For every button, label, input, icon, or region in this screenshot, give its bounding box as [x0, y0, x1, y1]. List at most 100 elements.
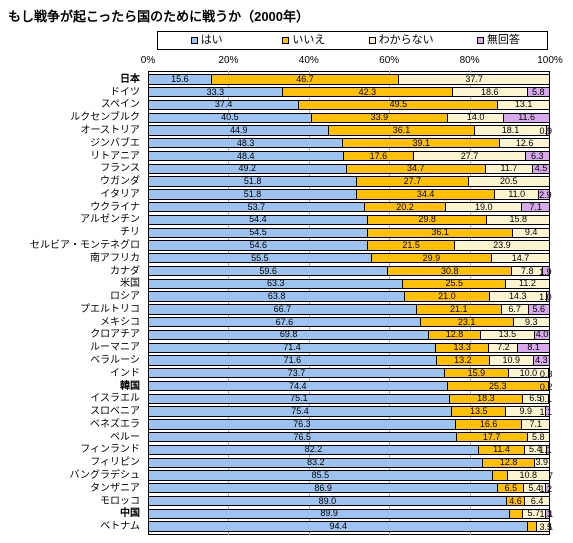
- category-label-17: ロシア: [110, 291, 140, 303]
- category-label-23: インド: [110, 367, 140, 379]
- bar-segment-unknown: 9.3: [512, 316, 550, 328]
- bar-value-label: 11.2: [519, 278, 536, 289]
- bar-segment-no: 29.9: [370, 252, 491, 264]
- bar-segment-unknown: 14.0: [447, 112, 504, 123]
- bar-value-label: 15.8: [509, 214, 527, 225]
- bar-segment-no: 36.1: [328, 125, 474, 136]
- category-label-1: ドイツ: [110, 86, 140, 98]
- bar-row: 51.8 27.7 20.5: [148, 176, 550, 187]
- bar-row: 63.8 21.0 14.3 1.0: [148, 291, 552, 302]
- bar-segment-no: 21.0: [404, 291, 489, 302]
- category-label-11: アルゼンチン: [80, 214, 140, 226]
- legend-label-na: 無回答: [486, 34, 520, 46]
- bar-value-label: 10.9: [502, 354, 521, 365]
- bar-segment-unknown: 37.7: [398, 74, 550, 85]
- bar-value-label: 18.6: [481, 86, 499, 97]
- bar-segment-yes: 76.3: [148, 418, 455, 430]
- bar-segment-unknown: 9.4: [512, 227, 550, 238]
- bar-segment-yes: 89.9: [148, 508, 510, 520]
- bar-row: 73.7 15.9 10.0 0.3: [148, 367, 552, 379]
- bar-value-label: 11.6: [518, 112, 536, 123]
- legend-item-yes: はい: [158, 35, 255, 46]
- bar-segment-unknown: 7.1: [521, 419, 550, 430]
- bar-value-label: 10.0: [519, 367, 538, 378]
- category-label-27: ベネズエラ: [90, 418, 140, 430]
- chart-legend: はい いいえ わからない 無回答: [157, 31, 548, 50]
- bar-value-label: 20.5: [500, 176, 518, 187]
- bar-value-label: 17.6: [369, 150, 388, 161]
- bar-segment-no: 15.9: [444, 368, 508, 379]
- bar-segment-unknown: 13.5: [479, 329, 534, 341]
- bar-value-label: 25.5: [445, 278, 463, 289]
- bar-segment-na: 1.3: [539, 508, 552, 520]
- bar-value-label: 54.5: [249, 227, 267, 238]
- bar-segment-no: 33.9: [310, 112, 448, 123]
- category-label-24: 韓国: [120, 380, 140, 392]
- bar-segment-yes: 44.9: [148, 125, 329, 136]
- category-label-12: チリ: [120, 227, 140, 239]
- bar-segment-no: 49.5: [298, 99, 498, 111]
- bar-value-label: 5.6: [532, 303, 546, 314]
- bar-value-label: 29.9: [422, 252, 441, 263]
- bar-segment-yes: 48.4: [148, 150, 343, 162]
- category-label-8: ウガンダ: [100, 176, 140, 188]
- bar-value-label: 54.6: [249, 239, 267, 250]
- bar-value-label: 51.8: [243, 176, 262, 187]
- category-label-9: イタリア: [100, 188, 140, 200]
- bar-segment-na: 1.9: [539, 265, 552, 277]
- bar-segment-no: 21.5: [367, 240, 454, 251]
- bar-value-label: 76.5: [293, 431, 312, 442]
- bar-row: 86.9 6.5 5.4 1.2: [148, 483, 552, 494]
- bar-value-label-outside: 0.1: [539, 394, 553, 405]
- category-label-33: モロッコ: [100, 495, 140, 507]
- legend-item-no: いいえ: [255, 35, 352, 46]
- x-tick-0: 0%: [140, 55, 156, 66]
- category-label-4: オーストリア: [80, 125, 141, 136]
- bar-segment-no: 12.8: [428, 329, 480, 341]
- bar-value-label: 14.7: [511, 252, 530, 263]
- bar-value-label: 4.6: [509, 495, 522, 506]
- bar-value-label: 30.8: [440, 265, 459, 276]
- bar-value-label: 71.6: [283, 354, 302, 365]
- x-tick-80: 80%: [459, 55, 480, 66]
- bar-value-label-outside: 0.2: [539, 381, 553, 392]
- bar-segment-na: 0.3: [540, 368, 552, 379]
- bar-segment-yes: 86.9: [148, 483, 498, 494]
- bar-row: 40.5 33.9 14.0 11.6: [148, 112, 550, 123]
- bar-segment-unknown: 12.6: [499, 138, 550, 149]
- bar-value-label: 82.2: [304, 444, 323, 455]
- bar-value-label: 29.8: [418, 214, 436, 225]
- category-label-2: スペイン: [100, 99, 140, 111]
- bar-segment-no: 25.3: [446, 380, 548, 392]
- bar-value-label: 89.9: [320, 508, 338, 519]
- bar-row: 48.4 17.6 27.7 6.3: [148, 150, 550, 162]
- category-label-25: イスラエル: [90, 393, 140, 405]
- bar-segment-na: 6.3: [524, 150, 550, 162]
- bar-row: 76.3 16.6 7.1: [148, 418, 550, 430]
- bar-value-label: 23.1: [457, 316, 476, 327]
- bar-value-label: 83.2: [306, 457, 325, 468]
- bar-row: 63.3 25.5 11.2: [148, 278, 550, 290]
- bar-value-label: 76.3: [293, 418, 311, 429]
- bar-segment-yes: 40.5: [148, 112, 311, 123]
- bar-segment-no: 16.6: [454, 419, 522, 430]
- bar-value-label: 40.5: [221, 112, 239, 123]
- bar-segment-yes: 89.0: [148, 495, 506, 507]
- bar-segment-no: 17.7: [455, 431, 527, 443]
- legend-label-yes: はい: [200, 34, 223, 46]
- bar-value-label: 89.0: [318, 495, 337, 506]
- bar-segment-no: 18.3: [448, 393, 522, 405]
- bar-row: 51.8 34.4 11.0 2.9: [148, 189, 552, 200]
- bar-row: 85.5 3.710.8: [148, 470, 553, 481]
- bar-value-label: 53.7: [247, 201, 266, 212]
- bar-segment-unknown: 18.6: [451, 86, 527, 98]
- bar-row: 55.5 29.9 14.7: [148, 252, 550, 264]
- chart-title: もし戦争が起こったら国のために戦うか（2000年）: [8, 9, 310, 24]
- bar-segment-unknown: 19.0: [445, 201, 522, 213]
- legend-swatch-yes-icon: [190, 37, 198, 44]
- bar-segment-unknown: 6.4: [524, 495, 550, 507]
- bar-value-label-outside: 1.2: [539, 483, 552, 494]
- bar-segment-na: 11.6: [503, 112, 550, 123]
- bar-value-label: 4.3: [535, 354, 548, 365]
- bar-segment-unknown: 3.9: [533, 457, 550, 468]
